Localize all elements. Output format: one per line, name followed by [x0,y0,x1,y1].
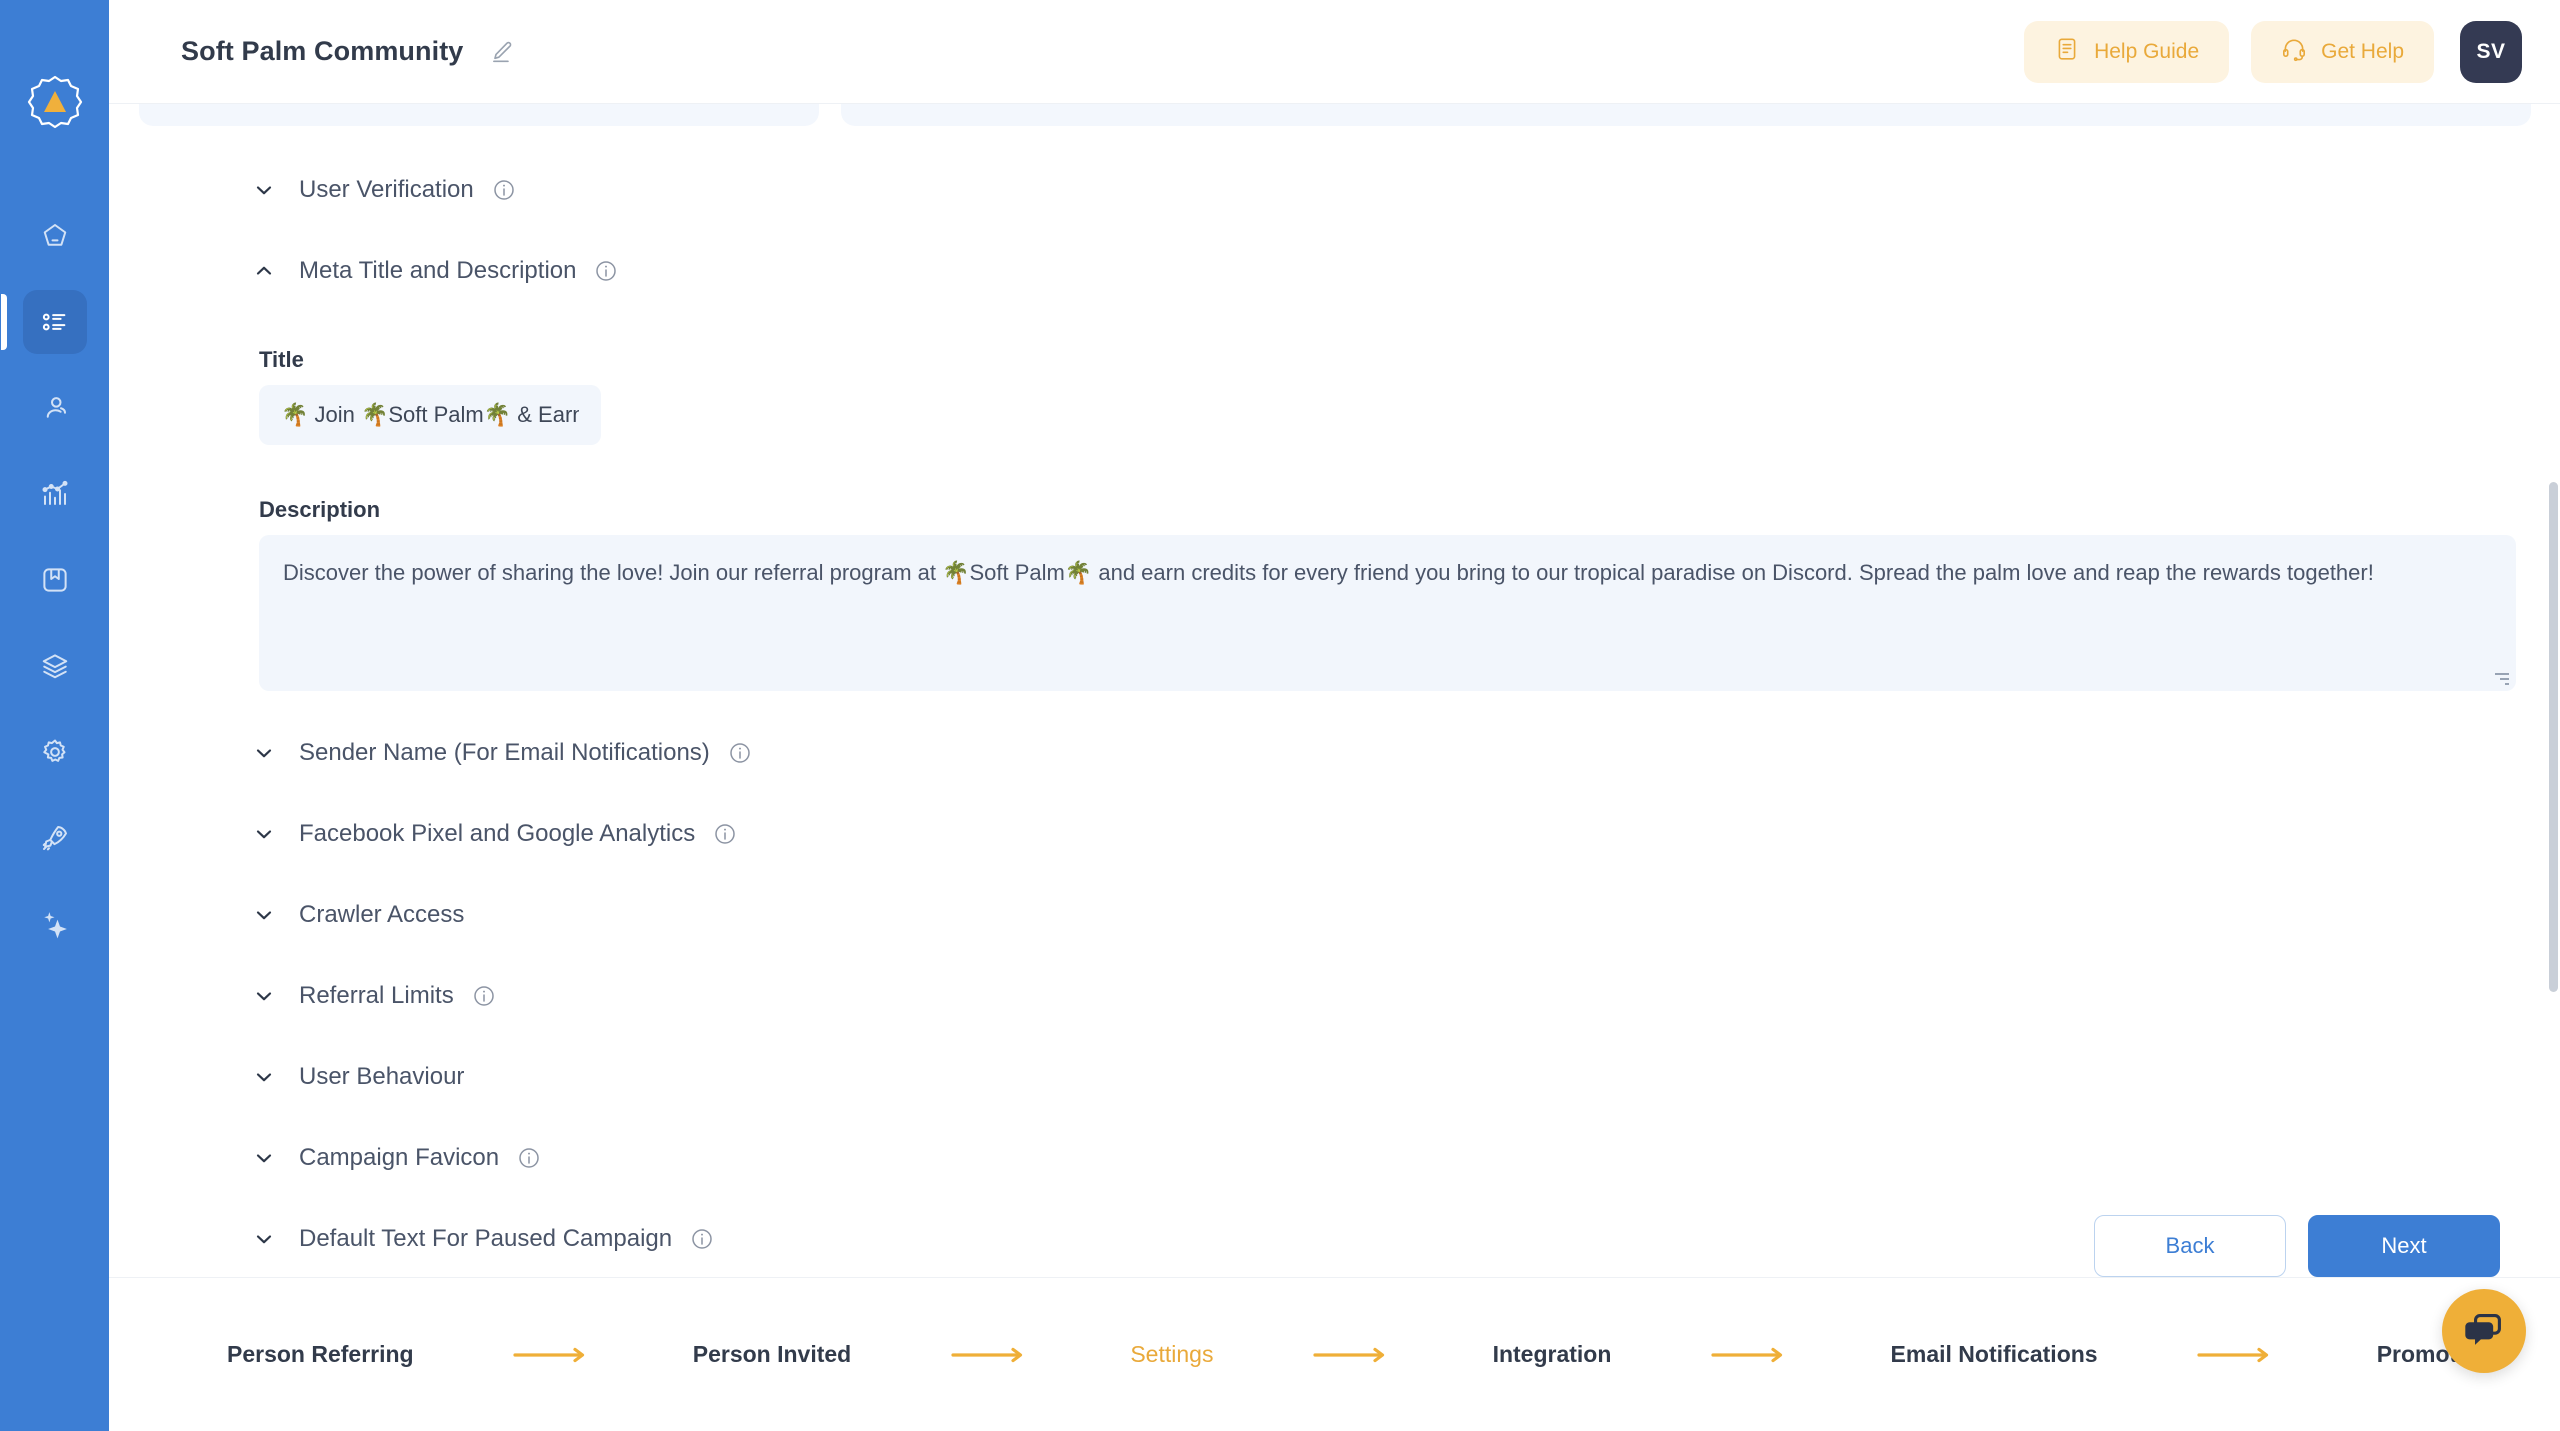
section-label: Meta Title and Description [299,257,577,284]
section-label: Sender Name (For Email Notifications) [299,739,710,766]
help-guide-button[interactable]: Help Guide [2024,20,2230,83]
wizard-actions: Back Next [2094,1215,2500,1277]
section-campaign-favicon[interactable]: Campaign Favicon [109,1134,2560,1182]
chevron-down-icon [247,1065,281,1089]
wizard-stepper: Person Referring Person Invited Settings… [109,1277,2560,1431]
chevron-down-icon [247,178,281,202]
step-integration[interactable]: Integration [1493,1341,1612,1368]
arrow-right-icon [414,1346,693,1364]
book-icon [2054,36,2080,68]
section-crawler-access[interactable]: Crawler Access [109,891,2560,939]
chevron-down-icon [247,984,281,1008]
page-title: Soft Palm Community [181,36,464,66]
headset-icon [2281,36,2307,68]
section-referral-limits[interactable]: Referral Limits [109,972,2560,1020]
section-user-behaviour[interactable]: User Behaviour [109,1053,2560,1101]
get-help-label: Get Help [2321,39,2404,63]
settings-scroll-area: User Verification Meta Title and Descrip… [109,104,2560,1277]
info-icon[interactable] [728,741,752,765]
chat-bubble-icon[interactable] [2442,1289,2526,1373]
description-wrapper [259,535,2516,696]
chevron-down-icon [247,1146,281,1170]
step-person-invited[interactable]: Person Invited [693,1341,851,1368]
info-icon[interactable] [594,259,618,283]
vertical-scrollbar[interactable] [2549,212,2558,1277]
section-user-verification[interactable]: User Verification [109,166,2560,214]
sidebar-nav-list [0,204,109,978]
section-label: Campaign Favicon [299,1144,500,1171]
sidebar-item-analytics[interactable] [23,462,87,526]
arrow-right-icon [1611,1346,1890,1364]
info-icon[interactable] [713,822,737,846]
step-settings[interactable]: Settings [1130,1341,1213,1368]
section-label: User Behaviour [299,1063,465,1090]
info-icon[interactable] [492,178,516,202]
help-guide-label: Help Guide [2094,39,2200,63]
sidebar-item-ai[interactable] [23,892,87,956]
sidebar-item-launch[interactable] [23,806,87,870]
chevron-down-icon [247,741,281,765]
next-button[interactable]: Next [2308,1215,2500,1277]
main-sidebar [0,0,109,1431]
section-label: Facebook Pixel and Google Analytics [299,820,696,847]
sidebar-item-layers[interactable] [23,634,87,698]
top-header: Soft Palm Community Help Guide Get Help … [109,0,2560,104]
sidebar-item-settings[interactable] [23,720,87,784]
description-label: Description [259,497,381,522]
chevron-down-icon [247,903,281,927]
section-label: Referral Limits [299,982,454,1009]
section-facebook-pixel-google-analytics[interactable]: Facebook Pixel and Google Analytics [109,810,2560,858]
arrow-right-icon [1213,1346,1492,1364]
info-icon[interactable] [472,984,496,1008]
back-button[interactable]: Back [2094,1215,2286,1277]
brand-logo-icon[interactable] [26,74,84,132]
section-sender-name[interactable]: Sender Name (For Email Notifications) [109,729,2560,777]
sidebar-item-users[interactable] [23,376,87,440]
section-label: User Verification [299,176,474,203]
main-region: Soft Palm Community Help Guide Get Help … [109,0,2560,1431]
info-icon[interactable] [517,1146,541,1170]
step-person-referring[interactable]: Person Referring [227,1341,414,1368]
info-icon[interactable] [690,1227,714,1251]
section-label: Default Text For Paused Campaign [299,1225,673,1252]
chevron-up-icon [247,259,281,283]
section-label: Crawler Access [299,901,465,928]
scrollbar-thumb[interactable] [2549,482,2558,992]
section-meta-title-description[interactable]: Meta Title and Description [109,247,2560,295]
title-label: Title [259,347,304,372]
sidebar-item-campaigns[interactable] [0,290,87,354]
meta-title-input[interactable] [259,385,601,445]
sidebar-item-home[interactable] [23,204,87,268]
chevron-down-icon [247,822,281,846]
avatar[interactable]: SV [2460,20,2522,83]
arrow-right-icon [2098,1346,2377,1364]
step-email-notifications[interactable]: Email Notifications [1891,1341,2098,1368]
meta-description-textarea[interactable] [259,535,2516,691]
settings-sections: User Verification Meta Title and Descrip… [109,104,2560,1277]
sidebar-item-rewards[interactable] [23,548,87,612]
chevron-down-icon [247,1227,281,1251]
get-help-button[interactable]: Get Help [2251,20,2434,83]
app-root: Soft Palm Community Help Guide Get Help … [0,0,2560,1431]
arrow-right-icon [851,1346,1130,1364]
meta-panel: Title Description [109,347,2560,696]
pencil-icon[interactable] [489,39,515,65]
